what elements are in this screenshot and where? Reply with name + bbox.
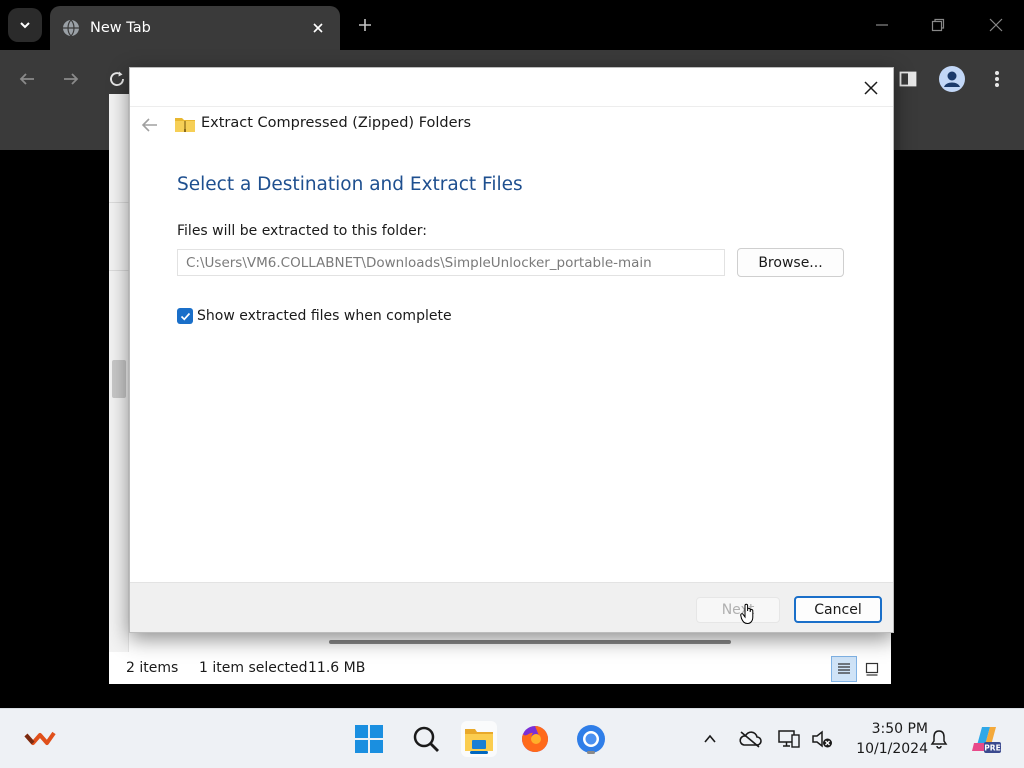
close-window-button[interactable] xyxy=(981,10,1011,40)
onedrive-tray-button[interactable] xyxy=(738,727,762,751)
tab-search-button[interactable] xyxy=(8,8,42,42)
status-item-count: 2 items xyxy=(126,660,179,676)
clock-time: 3:50 PM xyxy=(871,721,928,737)
destination-path-input[interactable] xyxy=(177,249,725,276)
onedrive-offline-icon xyxy=(739,731,762,748)
running-app-indicator xyxy=(587,751,595,754)
browse-button[interactable]: Browse... xyxy=(737,248,844,277)
volume-muted-icon xyxy=(812,730,832,748)
show-hidden-icons-button[interactable] xyxy=(698,727,722,751)
network-tray-button[interactable] xyxy=(777,727,801,751)
chevron-down-icon xyxy=(20,22,30,29)
restore-button[interactable] xyxy=(923,10,953,40)
copilot-badge: PRE xyxy=(984,744,1000,753)
main-instruction: Select a Destination and Extract Files xyxy=(177,174,523,195)
windows-start-icon xyxy=(355,725,383,753)
plus-icon xyxy=(359,19,371,31)
side-panel-icon xyxy=(899,71,917,87)
search-taskbar-button[interactable] xyxy=(408,721,444,757)
tab-title: New Tab xyxy=(90,20,151,36)
destination-label: Files will be extracted to this folder: xyxy=(177,223,427,239)
close-icon xyxy=(864,81,878,95)
status-selection: 1 item selected xyxy=(199,660,308,676)
globe-icon xyxy=(63,19,79,37)
close-icon xyxy=(989,18,1003,32)
dialog-footer: Next Cancel xyxy=(130,582,893,632)
status-bar: 2 items 1 item selected 11.6 MB xyxy=(109,652,891,684)
minimize-button[interactable] xyxy=(867,10,897,40)
thumbnail-view-button[interactable] xyxy=(859,656,885,682)
bell-icon xyxy=(930,730,948,749)
winrar-taskbar-button[interactable] xyxy=(22,721,58,757)
search-icon xyxy=(413,726,439,752)
tab-close-icon[interactable] xyxy=(308,18,328,38)
notifications-button[interactable] xyxy=(927,727,951,751)
thumbnail-view-icon xyxy=(865,662,879,676)
volume-tray-button[interactable] xyxy=(810,727,834,751)
browser-tab[interactable]: New Tab xyxy=(50,6,340,50)
status-size: 11.6 MB xyxy=(308,660,366,676)
start-button[interactable] xyxy=(351,721,387,757)
arrow-right-icon xyxy=(64,73,79,85)
details-view-button[interactable] xyxy=(831,656,857,682)
checkmark-icon xyxy=(180,312,190,321)
active-app-indicator xyxy=(470,751,488,754)
horizontal-scrollbar[interactable] xyxy=(329,640,731,644)
menu-button[interactable] xyxy=(982,64,1012,94)
restore-icon xyxy=(931,18,945,32)
show-files-label: Show extracted files when complete xyxy=(197,308,452,324)
chrome-icon xyxy=(577,725,605,753)
back-button[interactable] xyxy=(12,64,42,94)
reload-icon xyxy=(110,71,124,86)
profile-button[interactable] xyxy=(937,64,967,94)
cancel-button[interactable]: Cancel xyxy=(794,596,882,623)
extract-dialog: Extract Compressed (Zipped) Folders Sele… xyxy=(129,67,894,633)
navigation-scrollbar-thumb[interactable] xyxy=(112,360,126,398)
arrow-left-icon xyxy=(141,118,157,132)
dialog-back-button[interactable] xyxy=(138,114,160,136)
zipped-folder-icon xyxy=(175,118,195,132)
copilot-button[interactable]: PRE xyxy=(970,723,1002,755)
mouse-cursor-icon xyxy=(740,603,754,625)
taskbar-clock[interactable]: 3:50 PM 10/1/2024 xyxy=(842,719,928,759)
copilot-icon: PRE xyxy=(972,727,1001,753)
browser-tab-bar: New Tab xyxy=(0,0,1024,50)
show-files-checkbox[interactable] xyxy=(177,308,193,324)
minimize-icon xyxy=(876,24,888,26)
navigation-pane xyxy=(109,94,129,654)
show-files-checkbox-row[interactable]: Show extracted files when complete xyxy=(177,308,452,324)
file-explorer-taskbar-button[interactable] xyxy=(461,721,497,757)
firefox-taskbar-button[interactable] xyxy=(517,721,553,757)
dialog-close-button[interactable] xyxy=(857,74,885,102)
reload-button[interactable] xyxy=(102,64,132,94)
profile-avatar-icon xyxy=(939,66,965,92)
taskbar: 3:50 PM 10/1/2024 PRE xyxy=(0,708,1024,768)
file-explorer-icon xyxy=(465,729,493,751)
new-tab-button[interactable] xyxy=(352,12,378,38)
more-vertical-icon xyxy=(995,71,999,87)
details-view-icon xyxy=(838,663,850,674)
network-display-icon xyxy=(778,730,800,748)
forward-button[interactable] xyxy=(56,64,86,94)
clock-date: 10/1/2024 xyxy=(856,741,928,757)
winrar-icon xyxy=(24,731,56,745)
firefox-icon xyxy=(522,726,548,752)
dialog-title: Extract Compressed (Zipped) Folders xyxy=(201,115,472,131)
arrow-left-icon xyxy=(19,73,34,85)
next-button[interactable]: Next xyxy=(696,597,780,623)
side-panel-button[interactable] xyxy=(893,64,923,94)
chevron-up-icon xyxy=(704,734,716,743)
chrome-taskbar-button[interactable] xyxy=(573,721,609,757)
dialog-divider xyxy=(130,106,893,107)
